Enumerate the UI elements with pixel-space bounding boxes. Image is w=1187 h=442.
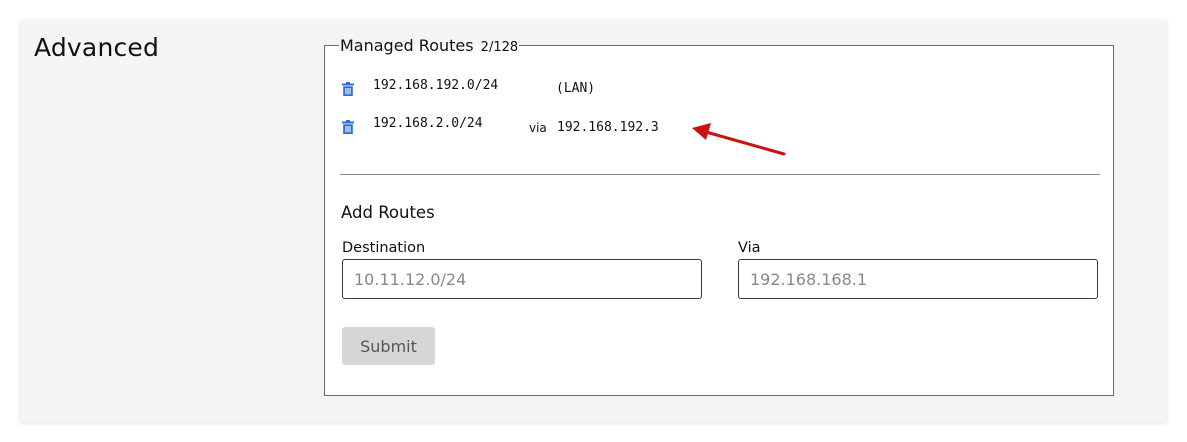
section-divider: [340, 174, 1100, 175]
route-row: 192.168.2.0/24 via 192.168.192.3: [341, 116, 681, 136]
destination-label: Destination: [342, 240, 426, 256]
trash-icon-graphic: [342, 82, 354, 96]
trash-icon-graphic: [342, 120, 354, 134]
destination-input[interactable]: [342, 259, 702, 299]
routes-count: 2/128: [480, 40, 519, 55]
route-destination: 192.168.2.0/24: [373, 116, 483, 131]
submit-button[interactable]: Submit: [342, 327, 435, 365]
route-destination: 192.168.192.0/24: [373, 78, 499, 93]
trash-icon[interactable]: [342, 120, 354, 134]
route-lan-tag: (LAN): [556, 81, 596, 96]
section-title: Advanced: [34, 33, 160, 62]
route-via-ip: 192.168.192.3: [557, 120, 659, 135]
trash-icon[interactable]: [342, 82, 354, 96]
via-input[interactable]: [738, 259, 1098, 299]
route-via-label: via: [529, 121, 547, 135]
add-routes-title: Add Routes: [341, 203, 435, 222]
managed-routes-legend: Managed Routes 2/128: [339, 36, 519, 55]
via-label: Via: [738, 240, 761, 256]
route-row: 192.168.192.0/24 (LAN): [341, 78, 641, 98]
managed-routes-title: Managed Routes: [340, 36, 474, 55]
